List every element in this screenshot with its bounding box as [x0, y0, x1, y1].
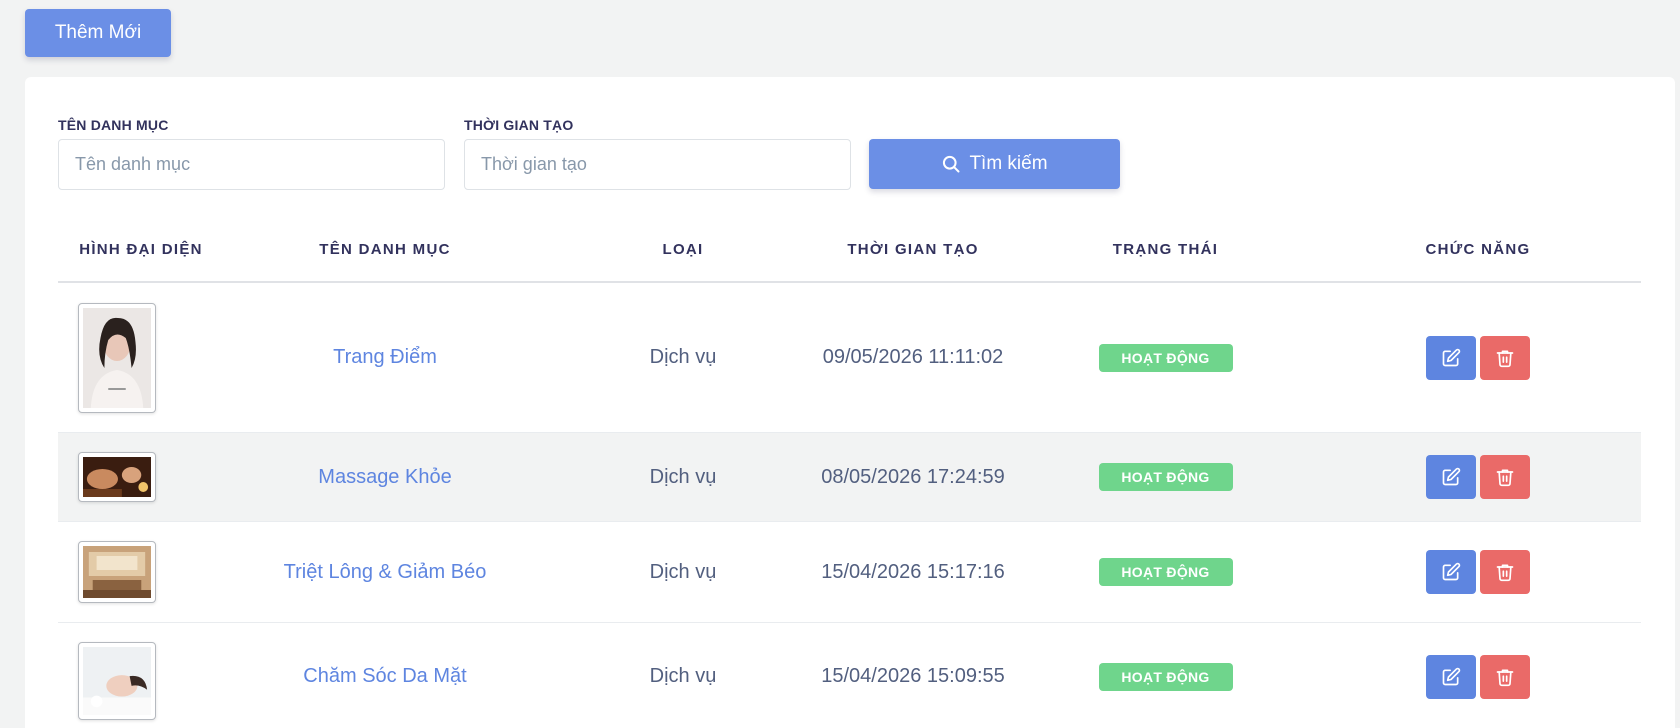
name-filter-label: TÊN DANH MỤC [58, 117, 169, 133]
search-icon [943, 155, 960, 173]
delete-button[interactable] [1480, 455, 1530, 499]
delete-button[interactable] [1480, 550, 1530, 594]
edit-icon [1442, 562, 1461, 581]
name-filter-input[interactable]: Tên danh mục [58, 139, 445, 190]
created-time: 08/05/2026 17:24:59 [821, 465, 1005, 488]
spa-room-image [83, 546, 151, 598]
category-list-card: TÊN DANH MỤC Tên danh mục THỜI GIAN TẠO … [25, 77, 1675, 728]
add-new-button[interactable]: Thêm Mới [25, 9, 171, 57]
header-status: TRẠNG THÁI [1112, 240, 1219, 258]
edit-icon [1442, 667, 1461, 685]
header-type: LOẠI [662, 240, 704, 258]
search-button-label: Tìm kiếm [969, 153, 1048, 174]
table-header: HÌNH ĐẠI DIỆN TÊN DANH MỤC LOẠI THỜI GIA… [58, 215, 1641, 283]
edit-button[interactable] [1426, 550, 1476, 594]
name-filter-placeholder: Tên danh mục [75, 154, 191, 174]
header-actions: CHỨC NĂNG [1425, 240, 1531, 258]
edit-button[interactable] [1426, 654, 1476, 699]
time-filter-placeholder: Thời gian tạo [481, 154, 587, 174]
created-time: 09/05/2026 11:11:02 [822, 346, 1004, 368]
time-filter-input[interactable]: Thời gian tạo [464, 139, 851, 190]
header-avatar: HÌNH ĐẠI DIỆN [79, 240, 203, 258]
search-button[interactable]: Tìm kiếm [869, 139, 1120, 189]
category-thumbnail [78, 302, 156, 413]
table-row: Triệt Lông & Giảm Béo Dịch vụ 15/04/2026… [58, 522, 1641, 623]
category-table: HÌNH ĐẠI DIỆN TÊN DANH MỤC LOẠI THỜI GIA… [58, 215, 1641, 728]
table-row: Chăm Sóc Da Mặt Dịch vụ 15/04/2026 15:09… [58, 623, 1641, 728]
category-thumbnail [78, 642, 156, 720]
edit-button[interactable] [1426, 335, 1476, 380]
header-name: TÊN DANH MỤC [319, 240, 451, 258]
category-name-link[interactable]: Massage Khỏe [318, 466, 451, 489]
header-created: THỜI GIAN TẠO [847, 240, 979, 258]
category-thumbnail [78, 452, 156, 502]
portrait-image [83, 307, 151, 408]
edit-icon [1442, 348, 1461, 366]
delete-button[interactable] [1480, 654, 1530, 699]
trash-icon [1496, 350, 1514, 367]
trash-icon [1496, 669, 1514, 686]
trash-icon [1496, 469, 1514, 487]
category-type: Dịch vụ [649, 560, 717, 583]
category-name-link[interactable]: Chăm Sóc Da Mặt [303, 665, 466, 688]
category-type: Dịch vụ [649, 465, 717, 488]
massage-image [83, 457, 151, 497]
category-type: Dịch vụ [649, 665, 717, 687]
edit-button[interactable] [1426, 455, 1476, 499]
delete-button[interactable] [1480, 335, 1530, 380]
category-type: Dịch vụ [649, 346, 717, 368]
trash-icon [1496, 564, 1514, 582]
status-badge: HOẠT ĐỘNG [1098, 343, 1233, 372]
category-name-link[interactable]: Trang Điểm [333, 346, 437, 369]
status-badge: HOẠT ĐỘNG [1098, 463, 1233, 491]
facial-care-image [83, 647, 151, 715]
status-badge: HOẠT ĐỘNG [1098, 558, 1233, 586]
time-filter-label: THỜI GIAN TẠO [464, 117, 574, 133]
table-row: Massage Khỏe Dịch vụ 08/05/2026 17:24:59… [58, 433, 1641, 522]
category-thumbnail [78, 541, 156, 603]
status-badge: HOẠT ĐỘNG [1098, 662, 1233, 691]
table-row: Trang Điểm Dịch vụ 09/05/2026 11:11:02 H… [58, 283, 1641, 433]
category-name-link[interactable]: Triệt Lông & Giảm Béo [284, 561, 487, 584]
created-time: 15/04/2026 15:17:16 [821, 560, 1005, 583]
edit-icon [1442, 467, 1461, 486]
created-time: 15/04/2026 15:09:55 [821, 665, 1005, 687]
